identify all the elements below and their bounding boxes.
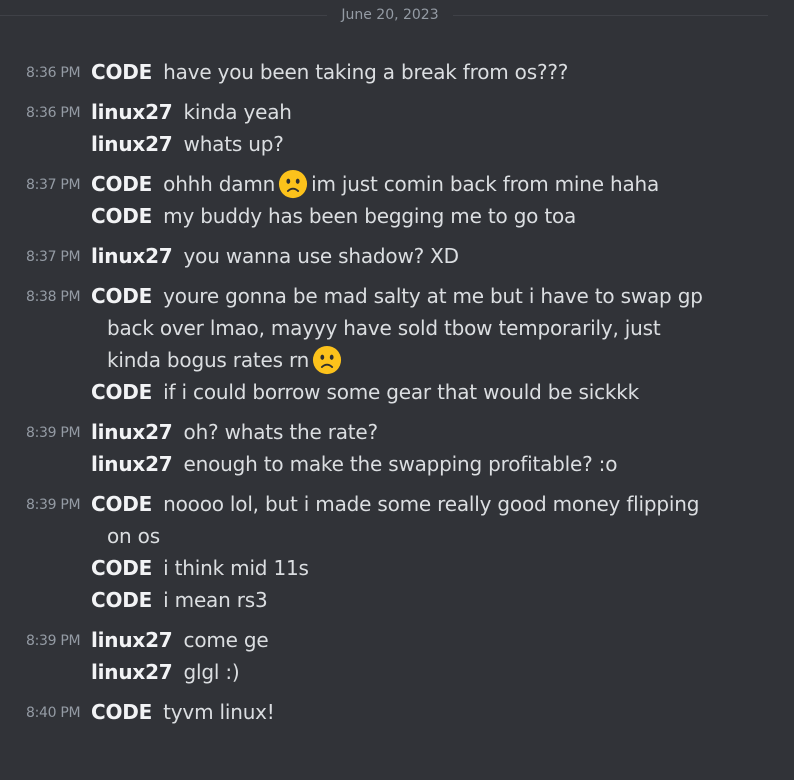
message-item[interactable]: 8:38 PM CODE youre gonna be mad salty at … [0,280,794,376]
message-author[interactable]: linux27 [91,660,173,684]
message-item[interactable]: 8:39 PM linux27 oh? whats the rate? [0,416,794,448]
message-author[interactable]: linux27 [91,100,173,124]
message-author[interactable]: CODE [91,556,152,580]
message-timestamp: 8:37 PM [26,249,81,265]
message-item[interactable]: CODE i think mid 11s [0,552,794,584]
message-content: you wanna use shadow? XD [183,244,460,268]
message-item[interactable]: 8:39 PM linux27 come ge [0,624,794,656]
message-content-text: on os [107,524,160,548]
message-content-text: kinda bogus rates rn [107,348,310,372]
message-author[interactable]: linux27 [91,132,173,156]
message-content: if i could borrow some gear that would b… [163,380,640,404]
message-item[interactable]: 8:39 PM CODE noooo lol, but i made some r… [0,488,794,552]
message-author[interactable]: CODE [91,204,152,228]
message-content: youre gonna be mad salty at me but i hav… [163,284,703,308]
message-content-line: kinda bogus rates rn [91,344,724,376]
message-content: have you been taking a break from os??? [163,60,569,84]
message-item[interactable]: CODE i mean rs3 [0,584,794,616]
message-item[interactable]: CODE my buddy has been begging me to go t… [0,200,794,232]
message-item[interactable]: 8:40 PM CODE tyvm linux! [0,696,794,728]
message-timestamp: 8:39 PM [26,633,81,649]
message-timestamp: 8:39 PM [26,497,81,513]
message-content-line: on os [91,520,724,552]
message-author[interactable]: linux27 [91,244,173,268]
message-timestamp: 8:36 PM [26,105,81,121]
message-content: enough to make the swapping profitable? … [183,452,618,476]
message-content: glgl :) [183,660,240,684]
message-timestamp: 8:39 PM [26,425,81,441]
message-content-continued: im just comin back from mine haha [311,172,660,196]
frowning-face-emoji-icon [313,345,342,375]
message-content: my buddy has been begging me to go toa [163,204,577,228]
message-item[interactable]: CODE if i could borrow some gear that wou… [0,376,794,408]
message-content: oh? whats the rate? [183,420,379,444]
message-item[interactable]: linux27 whats up? [0,128,794,160]
message-list: 8:36 PM CODE have you been taking a break… [0,56,794,728]
message-author[interactable]: linux27 [91,420,173,444]
message-timestamp: 8:38 PM [26,289,81,305]
message-content: tyvm linux! [163,700,275,724]
message-author[interactable]: CODE [91,284,152,308]
message-content-line: back over lmao, mayyy have sold tbow tem… [91,312,724,344]
message-item[interactable]: 8:36 PM CODE have you been taking a break… [0,56,794,88]
message-item[interactable]: 8:36 PM linux27 kinda yeah [0,96,794,128]
message-content: i mean rs3 [163,588,268,612]
message-author[interactable]: CODE [91,492,152,516]
message-content: ohhh damn [163,172,276,196]
message-author[interactable]: CODE [91,60,152,84]
message-author[interactable]: CODE [91,588,152,612]
message-item[interactable]: linux27 enough to make the swapping profi… [0,448,794,480]
message-author[interactable]: CODE [91,700,152,724]
message-author[interactable]: CODE [91,380,152,404]
message-author[interactable]: linux27 [91,452,173,476]
message-content: come ge [183,628,269,652]
message-author[interactable]: CODE [91,172,152,196]
message-timestamp: 8:36 PM [26,65,81,81]
message-item[interactable]: 8:37 PM linux27 you wanna use shadow? XD [0,240,794,272]
message-item[interactable]: 8:37 PM CODE ohhh damn im just comin back… [0,168,794,200]
message-content: kinda yeah [183,100,292,124]
message-item[interactable]: linux27 glgl :) [0,656,794,688]
divider-date-label: June 20, 2023 [327,6,453,24]
message-content: whats up? [183,132,284,156]
message-content: i think mid 11s [163,556,309,580]
message-timestamp: 8:37 PM [26,177,81,193]
frowning-face-emoji-icon [279,169,308,199]
message-author[interactable]: linux27 [91,628,173,652]
message-content-text: back over lmao, mayyy have sold tbow tem… [107,316,661,340]
message-timestamp: 8:40 PM [26,705,81,721]
message-content: noooo lol, but i made some really good m… [163,492,700,516]
